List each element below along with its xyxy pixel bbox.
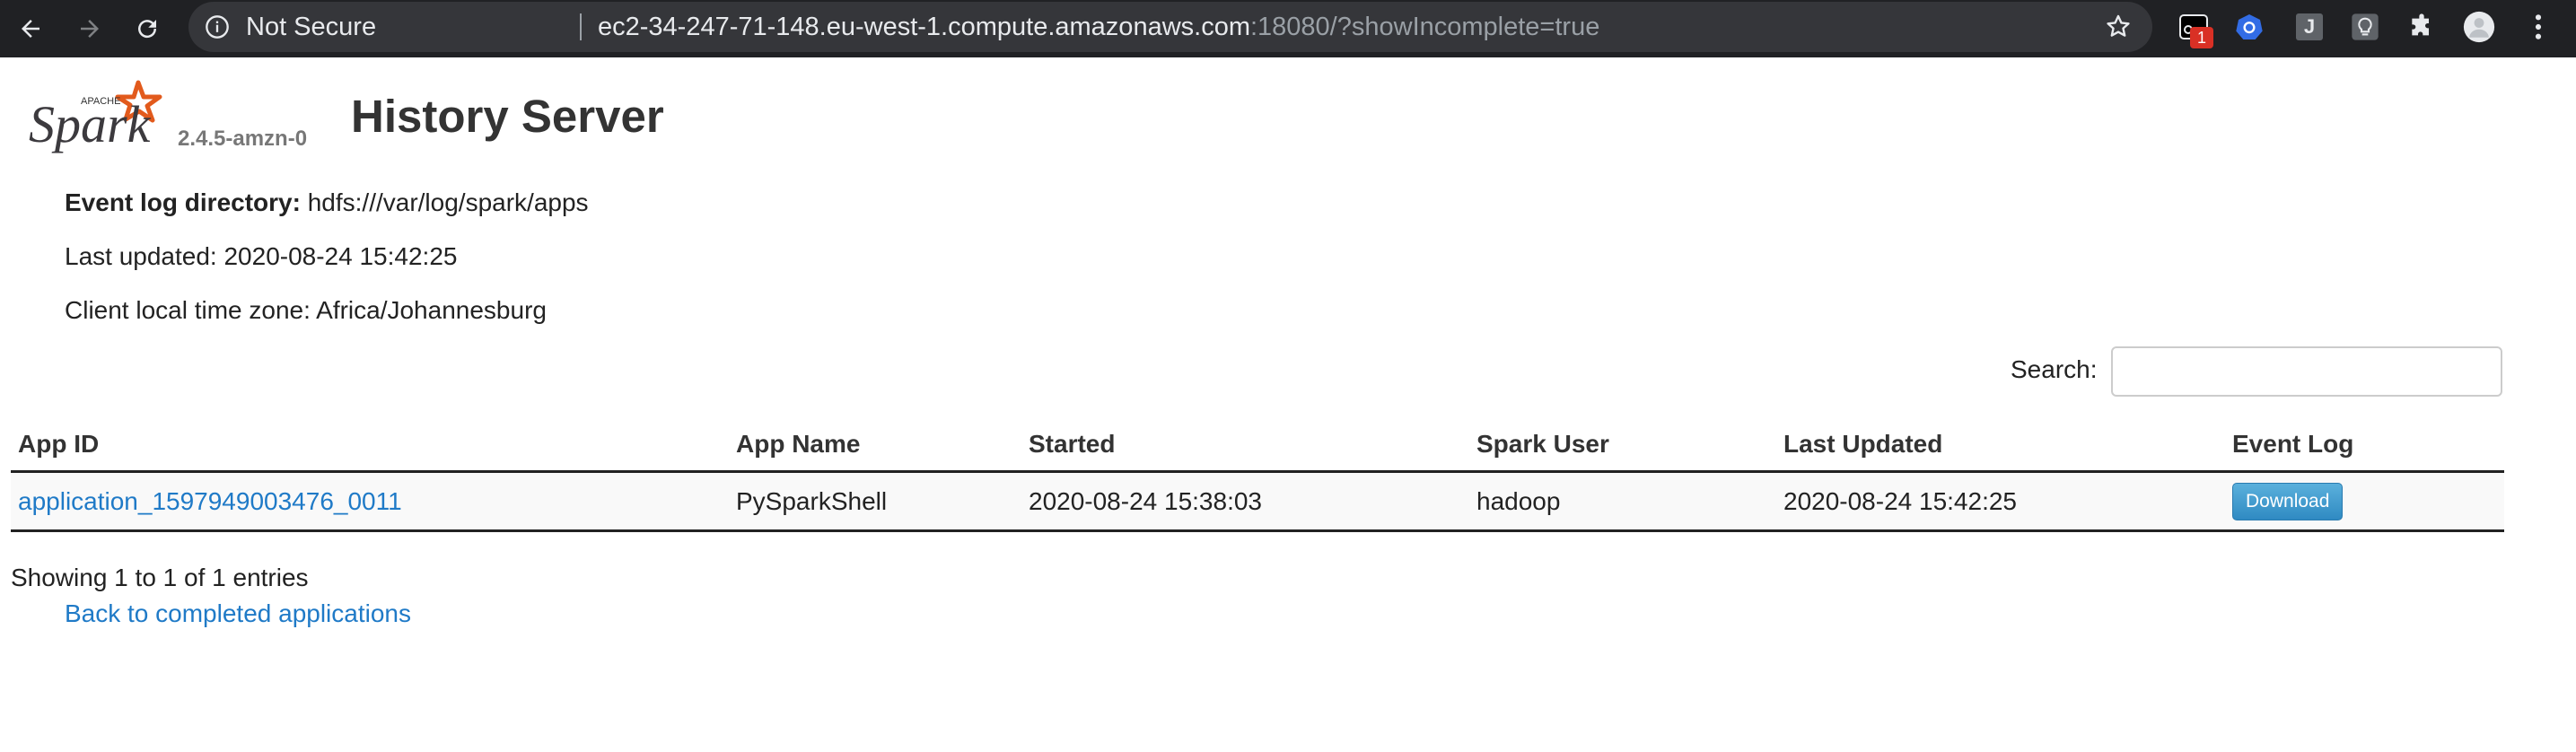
spark-user-cell: hadoop: [1469, 471, 1776, 532]
spark-logo[interactable]: APACHE Spark: [27, 77, 171, 154]
bookmark-star-icon[interactable]: [2104, 13, 2133, 46]
timezone-text: Client local time zone: Africa/Johannesb…: [65, 296, 547, 324]
app-name-cell: PySparkShell: [729, 471, 1021, 532]
address-bar[interactable]: Not Secure ec2-34-247-71-148.eu-west-1.c…: [188, 2, 2152, 52]
download-button[interactable]: Download: [2232, 482, 2344, 520]
back-button[interactable]: [9, 7, 52, 50]
extensions-puzzle-icon[interactable]: [2405, 11, 2438, 43]
extension-kubernetes-icon[interactable]: [2233, 11, 2265, 43]
event-log-directory: Event log directory: hdfs:///var/log/spa…: [65, 188, 589, 217]
extension-j-icon[interactable]: J: [2293, 11, 2326, 43]
reload-icon: [138, 20, 157, 39]
logo-spark-text: Spark: [29, 95, 152, 153]
security-label[interactable]: Not Secure: [246, 2, 376, 52]
spark-version: 2.4.5-amzn-0: [178, 127, 308, 151]
column-header-app-name[interactable]: App Name: [729, 418, 1021, 473]
arrow-left-icon: [22, 20, 39, 38]
column-header-spark-user[interactable]: Spark User: [1469, 418, 1776, 473]
event-log-value: hdfs:///var/log/spark/apps: [307, 188, 589, 216]
event-log-label: Event log directory:: [65, 188, 301, 216]
applications-table: App ID App Name Started Spark User Last …: [11, 418, 2504, 532]
table-header-row: App ID App Name Started Spark User Last …: [11, 418, 2504, 473]
search-input[interactable]: [2111, 346, 2502, 397]
extension-bulb-icon[interactable]: [2349, 11, 2381, 43]
column-header-last-updated[interactable]: Last Updated: [1776, 418, 2225, 473]
app-id-link[interactable]: application_1597949003476_0011: [18, 487, 402, 515]
url-path: :18080/?showIncomplete=true: [1249, 13, 1600, 41]
search-label: Search:: [2011, 355, 2098, 383]
browser-menu-icon[interactable]: [2522, 11, 2554, 43]
arrow-right-icon: [81, 20, 99, 38]
table-row: application_1597949003476_0011 PySparkSh…: [11, 471, 2504, 532]
last-updated-text: Last updated: 2020-08-24 15:42:25: [65, 242, 458, 270]
info-icon[interactable]: [205, 14, 230, 44]
back-to-completed-link[interactable]: Back to completed applications: [65, 599, 411, 628]
column-header-started[interactable]: Started: [1021, 418, 1469, 473]
profile-avatar[interactable]: [2463, 11, 2495, 43]
url-text[interactable]: ec2-34-247-71-148.eu-west-1.compute.amaz…: [598, 2, 1599, 52]
column-header-app-id[interactable]: App ID: [11, 418, 729, 473]
page-title: History Server: [351, 91, 664, 142]
reload-button[interactable]: [126, 7, 169, 50]
url-host: ec2-34-247-71-148.eu-west-1.compute.amaz…: [598, 13, 1250, 41]
column-header-event-log[interactable]: Event Log: [2225, 418, 2504, 473]
app-id-cell: application_1597949003476_0011: [11, 471, 729, 532]
entries-info: Showing 1 to 1 of 1 entries: [11, 564, 309, 591]
browser-toolbar: Not Secure ec2-34-247-71-148.eu-west-1.c…: [0, 0, 2576, 57]
event-log-cell: Download: [2225, 471, 2504, 532]
extension-badge: 1: [2190, 27, 2213, 48]
extension-j-label: J: [2296, 13, 2323, 40]
omnibox-divider: [580, 13, 582, 40]
started-cell: 2020-08-24 15:38:03: [1021, 471, 1469, 532]
last-updated-cell: 2020-08-24 15:42:25: [1776, 471, 2225, 532]
forward-button[interactable]: [68, 7, 111, 50]
